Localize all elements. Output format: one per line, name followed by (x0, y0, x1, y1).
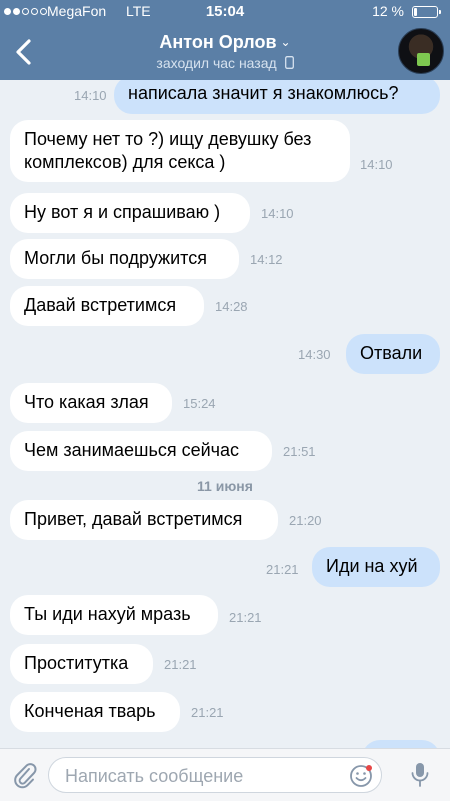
contact-avatar[interactable] (398, 28, 444, 74)
message-bubble-incoming[interactable]: Привет, давай встретимся (10, 500, 278, 540)
battery-level (414, 8, 417, 16)
message-composer (0, 748, 450, 801)
paperclip-icon[interactable] (12, 761, 38, 789)
message-text: Давай встретимся (24, 295, 177, 315)
message-text: Ты иди нахуй мразь (24, 604, 191, 624)
avatar-badge (417, 53, 430, 66)
message-text: Привет, давай встретимся (24, 509, 243, 529)
battery-cap (439, 10, 441, 14)
battery-icon (412, 6, 438, 18)
message-text: Ну вот я и спрашиваю ) (24, 202, 221, 222)
message-time: 14:10 (74, 88, 107, 103)
message-time: 14:10 (360, 157, 393, 172)
smile-icon[interactable] (349, 764, 373, 788)
message-time: 14:10 (261, 206, 294, 221)
message-time: 21:21 (164, 657, 197, 672)
message-text: Чем занимаешься сейчас (24, 440, 240, 460)
message-bubble-incoming[interactable]: Почему нет то ?) ищу девушку без комплек… (10, 120, 350, 182)
message-text: Что какая злая (24, 392, 149, 412)
message-time: 15:24 (183, 396, 216, 411)
message-bubble-incoming[interactable]: Конченая тварь (10, 692, 180, 732)
message-time: 14:28 (215, 299, 248, 314)
chat-header: MegaFon LTE 15:04 12 % Антон Орлов ⌄ захо… (0, 0, 450, 80)
chevron-down-icon: ⌄ (280, 35, 291, 49)
message-time: 14:30 (298, 347, 331, 362)
message-bubble-outgoing[interactable]: Отвали (346, 334, 440, 374)
message-text: Проститутка (24, 653, 129, 673)
contact-name[interactable]: Антон Орлов ⌄ (0, 32, 450, 53)
message-bubble-incoming[interactable]: Что какая злая (10, 383, 172, 423)
message-text: Могли бы подружится (24, 248, 207, 268)
status-bar: MegaFon LTE 15:04 12 % (0, 0, 450, 24)
message-bubble-incoming[interactable]: Чем занимаешься сейчас (10, 431, 272, 471)
message-text: написала значит я знакомлюсь? (128, 83, 399, 103)
message-text: Отвали (360, 343, 423, 363)
message-time: 21:51 (283, 444, 316, 459)
message-time: 14:12 (250, 252, 283, 267)
message-bubble-incoming[interactable]: Ну вот я и спрашиваю ) (10, 193, 250, 233)
message-input-wrapper[interactable] (48, 757, 382, 794)
date-separator: 11 июня (197, 478, 253, 494)
message-bubble-incoming[interactable]: Могли бы подружится (10, 239, 239, 279)
message-time: 21:20 (289, 513, 322, 528)
message-time: 21:21 (191, 705, 224, 720)
contact-name-text: Антон Орлов (159, 32, 277, 52)
message-bubble-outgoing[interactable]: написала значит я знакомлюсь? (114, 76, 440, 114)
message-bubble-incoming[interactable]: Давай встретимся (10, 286, 204, 326)
last-seen-text: заходил час назад (156, 55, 277, 71)
message-time: 21:21 (266, 562, 299, 577)
message-bubble-incoming[interactable]: Проститутка (10, 644, 153, 684)
message-list[interactable]: написала значит я знакомлюсь? 14:10 Поче… (0, 76, 450, 780)
last-seen-status: заходил час назад (0, 55, 450, 71)
battery-percent: 12 % (372, 3, 404, 19)
message-bubble-incoming[interactable]: Ты иди нахуй мразь (10, 595, 218, 635)
message-text: Иди на хуй (326, 556, 418, 576)
mobile-phone-icon (284, 56, 294, 69)
message-bubble-outgoing[interactable]: Иди на хуй (312, 547, 440, 587)
message-time: 21:21 (229, 610, 262, 625)
microphone-icon[interactable] (410, 761, 430, 789)
message-input[interactable] (63, 758, 327, 794)
message-text: Почему нет то ?) ищу девушку без комплек… (24, 129, 312, 172)
message-text: Конченая тварь (24, 701, 156, 721)
